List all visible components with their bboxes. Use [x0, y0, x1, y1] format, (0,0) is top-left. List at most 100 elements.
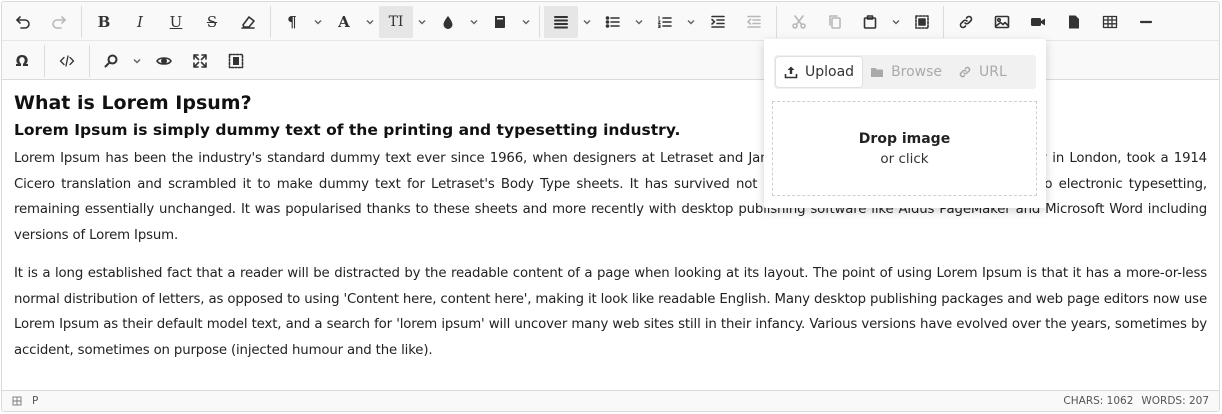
redo-icon	[52, 16, 66, 29]
redo-button[interactable]	[41, 6, 77, 38]
cut-button[interactable]	[781, 6, 817, 38]
chevron-down-icon	[470, 19, 478, 25]
tab-label: Upload	[805, 64, 855, 80]
bold-button[interactable]: B	[86, 6, 122, 38]
eraser-button[interactable]	[230, 6, 266, 38]
underline-icon: U	[169, 12, 183, 31]
folder-icon	[871, 68, 884, 77]
paste-dropdown[interactable]	[887, 6, 905, 38]
copy-button[interactable]	[817, 6, 853, 38]
bold-icon: B	[97, 12, 111, 31]
numbered-list-dropdown[interactable]	[682, 6, 700, 38]
toolbar-separator	[943, 6, 944, 38]
char-count: CHARS: 1062	[1063, 395, 1134, 407]
popup-tabs: Upload Browse URL	[774, 55, 1036, 89]
find-dropdown[interactable]	[128, 45, 146, 77]
italic-icon: I	[137, 12, 143, 31]
brush-icon	[495, 16, 505, 28]
source-button[interactable]	[49, 45, 85, 77]
upload-icon	[784, 66, 798, 79]
brush-button[interactable]	[483, 6, 517, 38]
chevron-down-icon	[892, 19, 900, 25]
align-justify-icon	[554, 16, 568, 29]
image-dropzone[interactable]: Drop image or click	[772, 101, 1037, 196]
eraser-icon	[241, 16, 255, 29]
tab-url[interactable]: URL	[950, 57, 1015, 87]
fullsize-button[interactable]	[182, 45, 218, 77]
preview-button[interactable]	[146, 45, 182, 77]
image-button[interactable]	[984, 6, 1020, 38]
dropzone-subtitle: or click	[880, 150, 929, 167]
bullet-list-button[interactable]	[596, 6, 630, 38]
paragraph-button[interactable]: ¶	[275, 6, 309, 38]
file-button[interactable]	[1056, 6, 1092, 38]
undo-button[interactable]	[5, 6, 41, 38]
horizontal-rule-button[interactable]	[1128, 6, 1164, 38]
tab-browse[interactable]: Browse	[862, 57, 950, 87]
color-button[interactable]	[431, 6, 465, 38]
select-block-button[interactable]	[218, 45, 254, 77]
find-button[interactable]	[94, 45, 128, 77]
paragraph-icon: ¶	[287, 12, 297, 31]
select-all-icon	[915, 15, 929, 29]
numbered-list-button[interactable]	[648, 6, 682, 38]
minus-icon	[1139, 20, 1153, 24]
numbered-list-icon	[658, 16, 672, 28]
special-char-button[interactable]: Ω	[4, 45, 40, 77]
outdent-icon	[747, 15, 761, 28]
content-paragraph: It is a long established fact that a rea…	[14, 266, 1207, 358]
chevron-down-icon	[522, 19, 530, 25]
tab-label: Browse	[891, 64, 943, 80]
chevron-down-icon	[635, 19, 643, 25]
font-size-button[interactable]: TI	[379, 6, 413, 38]
paste-button[interactable]	[853, 6, 887, 38]
indent-icon	[711, 15, 725, 28]
video-button[interactable]	[1020, 6, 1056, 38]
table-button[interactable]	[1092, 6, 1128, 38]
bullet-list-dropdown[interactable]	[630, 6, 648, 38]
toolbar-separator	[81, 6, 82, 38]
dotted-square-icon	[228, 53, 244, 69]
underline-button[interactable]: U	[158, 6, 194, 38]
word-count: WORDS: 207	[1141, 395, 1209, 407]
strikethrough-icon: S	[206, 12, 218, 31]
paragraph-dropdown[interactable]	[309, 6, 327, 38]
toolbar-row-2: Ω	[4, 42, 254, 80]
bullet-list-icon	[605, 16, 620, 28]
indent-button[interactable]	[700, 6, 736, 38]
eye-icon	[156, 57, 172, 65]
chevron-down-icon	[314, 19, 322, 25]
chevron-down-icon	[418, 19, 426, 25]
link-icon	[959, 66, 971, 78]
toolbar-separator	[776, 6, 777, 38]
align-button[interactable]	[544, 6, 578, 38]
strikethrough-button[interactable]: S	[194, 6, 230, 38]
expand-icon	[193, 54, 207, 68]
paste-icon	[863, 15, 877, 29]
select-all-button[interactable]	[905, 6, 939, 38]
font-dropdown[interactable]	[361, 6, 379, 38]
text-height-icon: TI	[388, 14, 404, 30]
italic-button[interactable]: I	[122, 6, 158, 38]
align-dropdown[interactable]	[578, 6, 596, 38]
toolbar-separator	[44, 45, 45, 77]
element-path[interactable]: P	[32, 395, 38, 407]
brush-dropdown[interactable]	[517, 6, 535, 38]
tab-upload[interactable]: Upload	[776, 57, 863, 87]
video-icon	[1031, 18, 1045, 26]
toolbar-separator	[89, 45, 90, 77]
scissors-icon	[792, 15, 806, 29]
resize-grid-icon[interactable]	[12, 396, 22, 406]
color-dropdown[interactable]	[465, 6, 483, 38]
font-button[interactable]: A	[327, 6, 361, 38]
tab-label: URL	[979, 64, 1007, 80]
chevron-down-icon	[366, 19, 374, 25]
font-size-dropdown[interactable]	[413, 6, 431, 38]
stats: CHARS: 1062 WORDS: 207	[1063, 395, 1209, 407]
toolbar-separator	[270, 6, 271, 38]
file-icon	[1069, 15, 1079, 29]
chevron-down-icon	[583, 19, 591, 25]
outdent-button[interactable]	[736, 6, 772, 38]
link-button[interactable]	[948, 6, 984, 38]
link-icon	[959, 15, 973, 29]
